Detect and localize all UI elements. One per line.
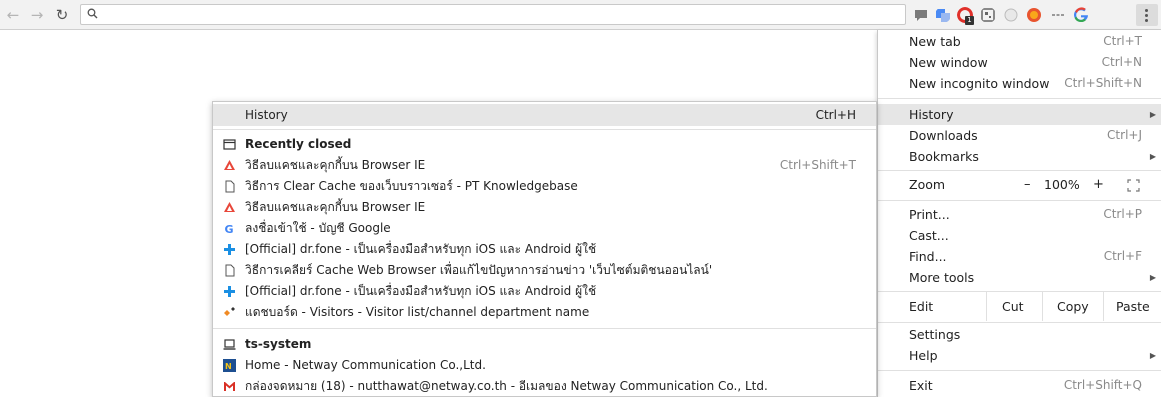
pt-icon bbox=[224, 202, 235, 212]
menu-separator bbox=[878, 200, 1161, 201]
menu-item-new-window[interactable]: New window Ctrl+N bbox=[878, 52, 1161, 73]
moon-icon[interactable] bbox=[1003, 7, 1019, 23]
menu-separator bbox=[878, 170, 1161, 171]
menu-item-find[interactable]: Find... Ctrl+F bbox=[878, 246, 1161, 267]
chevron-right-icon: ▶ bbox=[1149, 351, 1156, 360]
menu-item-settings[interactable]: Settings bbox=[878, 324, 1161, 345]
menu-item-new-incognito[interactable]: New incognito window Ctrl+Shift+N bbox=[878, 73, 1161, 94]
cut-button[interactable]: Cut bbox=[1002, 292, 1024, 321]
drfone-icon bbox=[224, 244, 235, 255]
menu-item-downloads[interactable]: Downloads Ctrl+J bbox=[878, 125, 1161, 146]
history-item[interactable]: วิธีการเคลียร์ Cache Web Browser เพื่อแก… bbox=[213, 260, 876, 281]
main-menu: New tab Ctrl+T New window Ctrl+N New inc… bbox=[877, 30, 1161, 397]
menu-item-exit[interactable]: Exit Ctrl+Shift+Q bbox=[878, 375, 1161, 396]
menu-item-new-tab[interactable]: New tab Ctrl+T bbox=[878, 31, 1161, 52]
menu-item-bookmarks[interactable]: Bookmarks ▶ bbox=[878, 146, 1161, 167]
arrow-left-icon[interactable]: ← bbox=[4, 6, 22, 24]
reload-icon[interactable]: ↻ bbox=[53, 6, 71, 24]
dashboard-icon bbox=[224, 307, 235, 316]
zoom-label: Zoom bbox=[909, 177, 946, 192]
menu-item-more-tools[interactable]: More tools ▶ bbox=[878, 267, 1161, 288]
history-item[interactable]: วิธีการ Clear Cache ของเว็บบราวเซอร์ - P… bbox=[213, 176, 876, 197]
google-icon: G bbox=[225, 223, 234, 235]
menu-zoom-row: Zoom – 100% + bbox=[878, 172, 1161, 198]
translate-icon[interactable] bbox=[935, 7, 951, 23]
svg-text:N: N bbox=[225, 362, 232, 371]
history-item[interactable]: G ลงชื่อเข้าใช้ - บัญชี Google bbox=[213, 218, 876, 239]
paste-button[interactable]: Paste bbox=[1116, 292, 1150, 321]
menu-separator bbox=[878, 370, 1161, 371]
stop-icon[interactable] bbox=[1026, 7, 1042, 23]
menu-separator bbox=[878, 322, 1161, 323]
more-vert-icon[interactable] bbox=[1136, 4, 1158, 26]
laptop-icon bbox=[223, 339, 236, 350]
fullscreen-icon[interactable] bbox=[1127, 179, 1140, 192]
chevron-right-icon: ▶ bbox=[1149, 152, 1156, 161]
history-item[interactable]: [Official] dr.fone - เป็นเครื่องมือสำหรั… bbox=[213, 281, 876, 302]
history-item[interactable]: กล่องจดหมาย (18) - nutthawat@netway.co.t… bbox=[213, 376, 876, 397]
drfone-icon bbox=[224, 286, 235, 297]
zoom-level: 100% bbox=[1044, 177, 1080, 192]
gmail-icon bbox=[224, 382, 235, 391]
qr-icon[interactable] bbox=[980, 7, 996, 23]
history-open-item[interactable]: History Ctrl+H bbox=[213, 104, 876, 126]
tab-icon bbox=[223, 139, 236, 150]
extension-badge: 1 bbox=[965, 16, 974, 25]
menu-separator bbox=[878, 98, 1161, 99]
comment-icon[interactable] bbox=[913, 7, 929, 23]
edit-label: Edit bbox=[909, 299, 934, 314]
menu-item-print[interactable]: Print... Ctrl+P bbox=[878, 204, 1161, 225]
netway-icon: N bbox=[223, 359, 236, 372]
zoom-out-button[interactable]: – bbox=[1024, 172, 1031, 198]
history-submenu: History Ctrl+H Recently closed วิธีลบแคช… bbox=[212, 101, 877, 397]
ellipsis-icon[interactable] bbox=[1050, 7, 1066, 23]
history-item[interactable]: วิธีลบแคชและคุกกี้บน Browser IE bbox=[213, 197, 876, 218]
pt-icon bbox=[224, 160, 235, 170]
recently-closed-header: Recently closed bbox=[213, 134, 876, 155]
page-icon bbox=[225, 180, 235, 193]
history-item[interactable]: N Home - Netway Communication Co.,Ltd. bbox=[213, 355, 876, 376]
menu-item-history[interactable]: History ▶ bbox=[878, 104, 1161, 125]
history-item[interactable]: แดชบอร์ด - Visitors - Visitor list/chann… bbox=[213, 302, 876, 323]
history-item[interactable]: วิธีลบแคชและคุกกี้บน Browser IE Ctrl+Shi… bbox=[213, 155, 876, 176]
google-icon[interactable] bbox=[1073, 7, 1089, 23]
chevron-right-icon: ▶ bbox=[1149, 110, 1156, 119]
history-item[interactable]: [Official] dr.fone - เป็นเครื่องมือสำหรั… bbox=[213, 239, 876, 260]
browser-toolbar: ← → ↻ 1 bbox=[0, 0, 1161, 30]
device-header: ts-system bbox=[213, 334, 876, 355]
submenu-separator bbox=[213, 328, 876, 329]
page-icon bbox=[225, 264, 235, 277]
svg-text:G: G bbox=[225, 223, 234, 235]
menu-edit-row: Edit Cut Copy Paste bbox=[878, 292, 1161, 321]
submenu-separator bbox=[213, 129, 876, 130]
chevron-right-icon: ▶ bbox=[1149, 273, 1156, 282]
search-icon bbox=[87, 8, 98, 19]
arrow-right-icon[interactable]: → bbox=[28, 6, 46, 24]
menu-item-help[interactable]: Help ▶ bbox=[878, 345, 1161, 366]
menu-item-cast[interactable]: Cast... bbox=[878, 225, 1161, 246]
zoom-in-button[interactable]: + bbox=[1093, 172, 1104, 198]
copy-button[interactable]: Copy bbox=[1057, 292, 1089, 321]
address-bar[interactable] bbox=[80, 4, 906, 25]
